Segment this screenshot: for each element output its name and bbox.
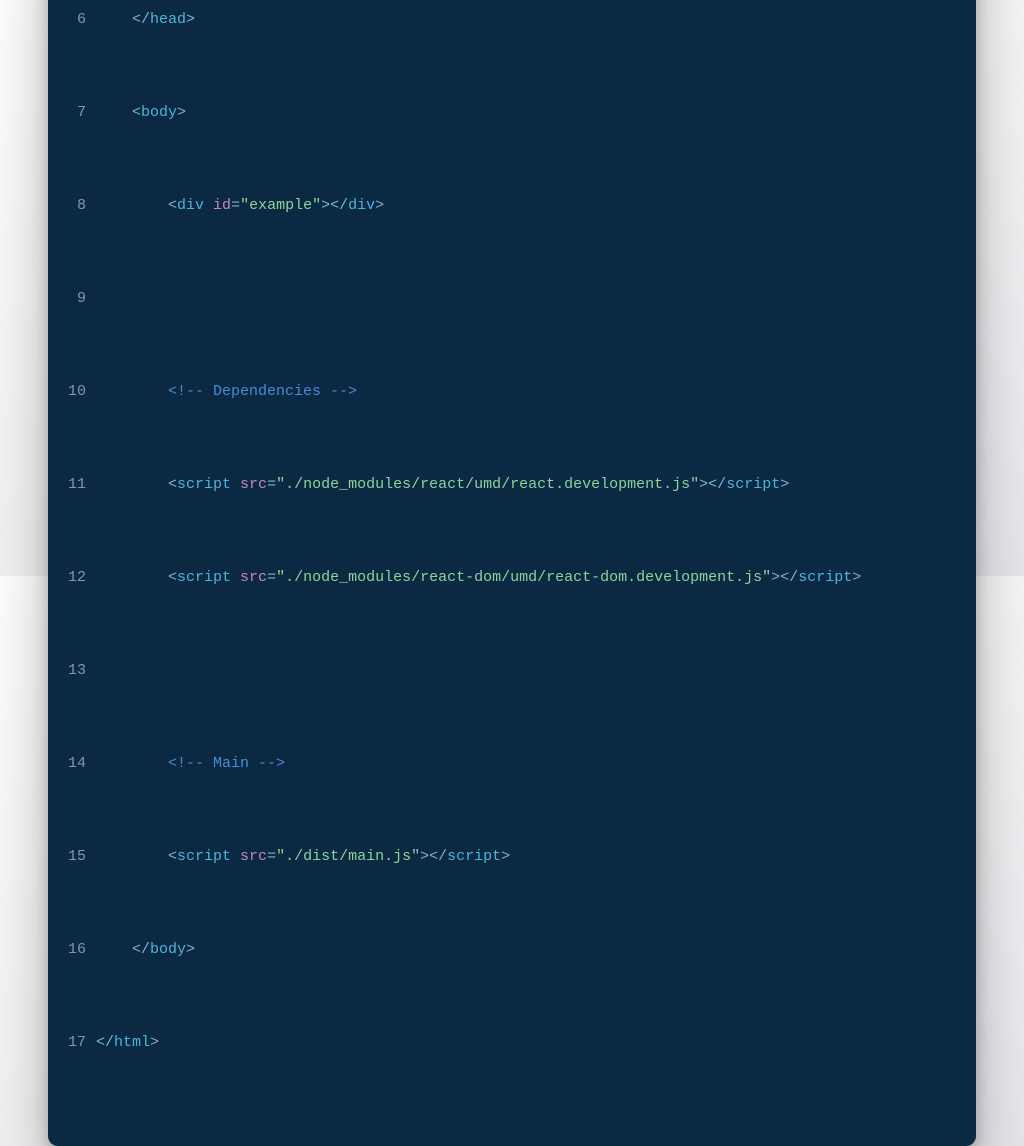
code-content: <div id="example"></div>	[96, 194, 956, 217]
code-line: 15 <script src="./dist/main.js"></script…	[68, 845, 956, 868]
code-content: <script src="./node_modules/react-dom/um…	[96, 566, 956, 589]
code-line: 14 <!-- Main -->	[68, 752, 956, 775]
line-number: 14	[68, 752, 96, 775]
line-number: 17	[68, 1031, 96, 1054]
code-content: <script src="./dist/main.js"></script>	[96, 845, 956, 868]
line-number: 11	[68, 473, 96, 496]
line-number: 15	[68, 845, 96, 868]
code-line: 6 </head>	[68, 8, 956, 31]
code-content: <body>	[96, 101, 956, 124]
code-line: 10 <!-- Dependencies -->	[68, 380, 956, 403]
line-number: 12	[68, 566, 96, 589]
line-number: 10	[68, 380, 96, 403]
code-content: </body>	[96, 938, 956, 961]
code-line: 12 <script src="./node_modules/react-dom…	[68, 566, 956, 589]
code-line: 17 </html>	[68, 1031, 956, 1054]
code-line: 11 <script src="./node_modules/react/umd…	[68, 473, 956, 496]
line-number: 16	[68, 938, 96, 961]
code-content: </html>	[96, 1031, 956, 1054]
line-number: 9	[68, 287, 96, 310]
code-line: 13	[68, 659, 956, 682]
line-number: 13	[68, 659, 96, 682]
code-line: 7 <body>	[68, 101, 956, 124]
line-number: 7	[68, 101, 96, 124]
code-content: </head>	[96, 8, 956, 31]
code-content	[96, 287, 956, 310]
line-number: 6	[68, 8, 96, 31]
code-content: <!-- Dependencies -->	[96, 380, 956, 403]
code-content: <script src="./node_modules/react/umd/re…	[96, 473, 956, 496]
code-line: 9	[68, 287, 956, 310]
code-content	[96, 659, 956, 682]
code-line: 16 </body>	[68, 938, 956, 961]
code-editor: 1 <!DOCTYPE html> 2 <html> 3 <head> 4 <m…	[68, 0, 956, 1124]
code-window: 1 <!DOCTYPE html> 2 <html> 3 <head> 4 <m…	[48, 0, 976, 1146]
code-content: <!-- Main -->	[96, 752, 956, 775]
code-line: 8 <div id="example"></div>	[68, 194, 956, 217]
line-number: 8	[68, 194, 96, 217]
